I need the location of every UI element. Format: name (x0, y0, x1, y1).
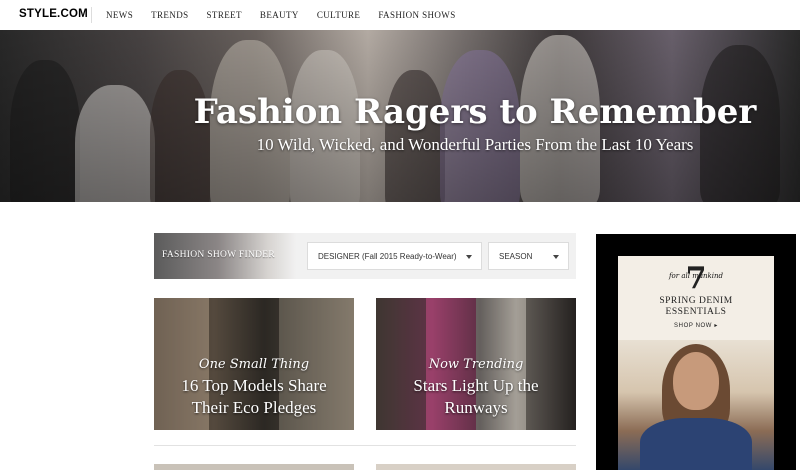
ad-model-denim-shirt (640, 418, 752, 470)
nav-item-beauty[interactable]: BEAUTY (260, 10, 299, 20)
site-logo[interactable]: STYLE.COM (19, 8, 88, 20)
story-card-runways[interactable]: Now Trending Stars Light Up the Runways (376, 298, 576, 430)
story-card-peek[interactable] (376, 464, 576, 470)
season-select[interactable]: SEASON (488, 242, 569, 270)
nav-item-news[interactable]: NEWS (106, 10, 133, 20)
nav-menu: NEWS TRENDS STREET BEAUTY CULTURE FASHIO… (106, 10, 474, 20)
ad-headline-line: ESSENTIALS (665, 307, 727, 317)
hero-banner[interactable]: Fashion Ragers to Remember 10 Wild, Wick… (0, 30, 800, 202)
hero-title[interactable]: Fashion Ragers to Remember (0, 92, 800, 132)
ad-model-photo (618, 340, 774, 470)
story-card-eco-pledges[interactable]: One Small Thing 16 Top Models Share Thei… (154, 298, 354, 430)
ad-brand-name: for all mankind (668, 272, 724, 280)
ad-content: 7 for all mankind SPRING DENIM ESSENTIAL… (618, 256, 774, 470)
finder-label: FASHION SHOW FINDER (162, 250, 276, 260)
ad-headline: SPRING DENIM ESSENTIALS (618, 296, 774, 318)
top-navigation: STYLE.COM NEWS TRENDS STREET BEAUTY CULT… (0, 0, 800, 31)
story-card-peek[interactable] (154, 464, 354, 470)
chevron-down-icon (553, 255, 559, 259)
ad-shop-now-link[interactable]: SHOP NOW ▸ (618, 322, 774, 329)
nav-item-street[interactable]: STREET (207, 10, 242, 20)
designer-select[interactable]: DESIGNER (Fall 2015 Ready-to-Wear) (307, 242, 482, 270)
fashion-show-finder: FASHION SHOW FINDER DESIGNER (Fall 2015 … (154, 233, 576, 279)
hero-subtitle: 10 Wild, Wicked, and Wonderful Parties F… (256, 135, 694, 154)
ad-model-face (673, 352, 719, 410)
advertisement[interactable]: 7 for all mankind SPRING DENIM ESSENTIAL… (596, 234, 796, 470)
finder-thumbnail: FASHION SHOW FINDER (154, 233, 296, 279)
chevron-down-icon (466, 255, 472, 259)
story-kicker: One Small Thing (198, 357, 310, 372)
season-select-value: SEASON (499, 252, 533, 261)
nav-item-culture[interactable]: CULTURE (317, 10, 360, 20)
designer-select-value: DESIGNER (Fall 2015 Ready-to-Wear) (318, 252, 457, 261)
story-title[interactable]: 16 Top Models Share Their Eco Pledges (164, 375, 344, 419)
nav-item-fashion-shows[interactable]: FASHION SHOWS (378, 10, 455, 20)
story-kicker: Now Trending (428, 357, 524, 372)
section-divider (154, 445, 576, 446)
nav-divider (91, 7, 92, 23)
story-title[interactable]: Stars Light Up the Runways (386, 375, 566, 419)
ad-headline-line: SPRING DENIM (659, 296, 733, 306)
nav-item-trends[interactable]: TRENDS (151, 10, 188, 20)
